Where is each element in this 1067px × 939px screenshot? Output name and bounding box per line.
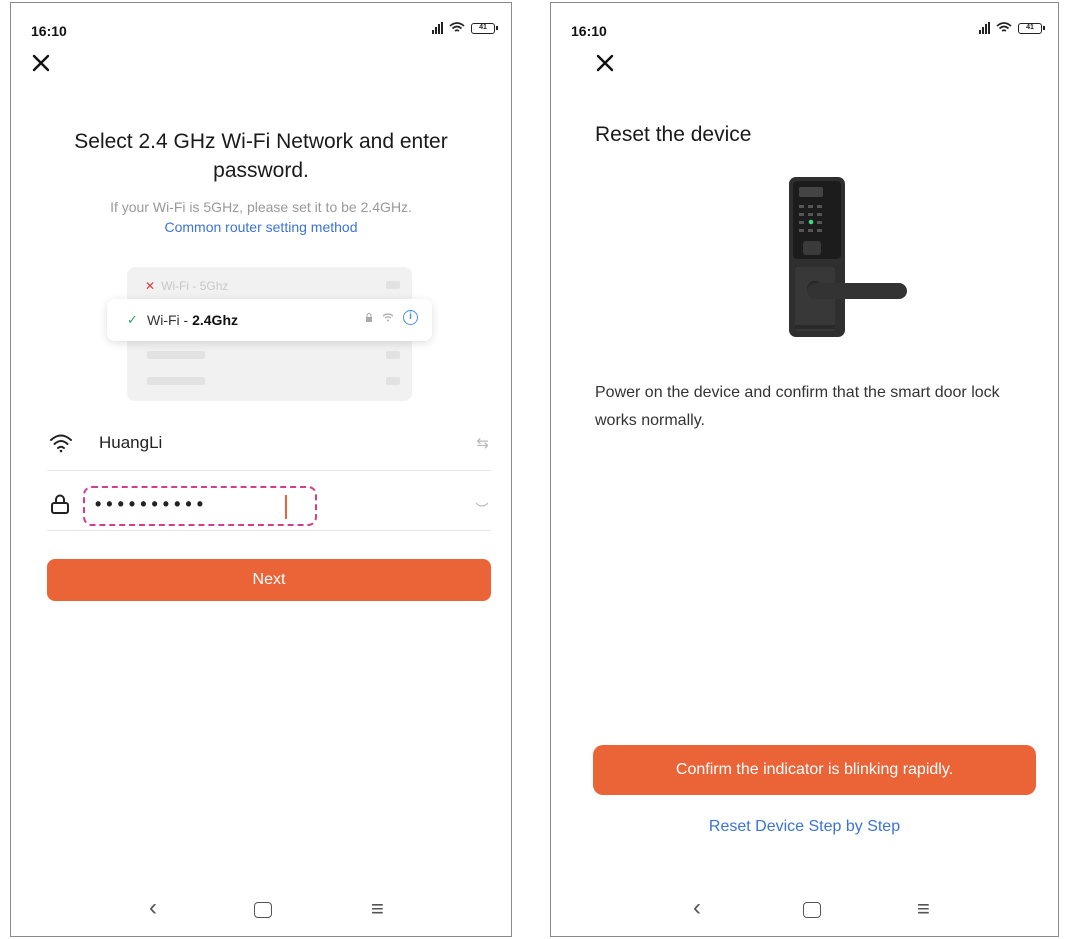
status-time: 16:10 (571, 23, 607, 39)
switch-network-icon[interactable]: ⇆ (476, 434, 489, 452)
info-icon: i (403, 310, 418, 325)
page-title: Reset the device (595, 123, 752, 146)
nav-home-icon[interactable] (803, 902, 821, 918)
smart-door-lock-image (789, 177, 907, 337)
ssid-field[interactable]: HuangLi ⇆ (47, 421, 491, 471)
password-input[interactable]: •••••••••• (95, 494, 208, 515)
status-bar: 16:10 41 (551, 3, 1058, 47)
signal-icon (432, 22, 443, 34)
nav-back-icon[interactable]: ‹ (149, 894, 157, 922)
router-setting-link[interactable]: Common router setting method (11, 219, 511, 235)
wifi-icon (50, 434, 72, 453)
ssid-value: HuangLi (99, 433, 163, 452)
wifi-status-icon (449, 22, 465, 32)
eye-closed-icon[interactable] (475, 500, 489, 512)
padlock-icon (366, 312, 372, 322)
page-title: Select 2.4 GHz Wi-Fi Network and enter p… (74, 130, 448, 182)
nav-menu-icon[interactable]: ≡ (917, 896, 930, 922)
reset-step-by-step-link[interactable]: Reset Device Step by Step (551, 818, 1058, 836)
text-caret (285, 495, 287, 519)
placeholder-bar (147, 377, 205, 385)
lock-icon (51, 494, 69, 514)
reset-device-screen: 16:10 41 Reset the device Power on the d… (550, 2, 1059, 937)
status-icons: 41 (979, 22, 1045, 34)
wifi-small-icon (382, 313, 394, 322)
illus-24g-row: ✓ Wi-Fi - 2.4Ghz i (107, 299, 432, 341)
confirm-blinking-button[interactable]: Confirm the indicator is blinking rapidl… (593, 745, 1036, 795)
check-icon: ✓ (127, 312, 138, 327)
nav-home-icon[interactable] (254, 902, 272, 918)
wifi-setup-screen: 16:10 41 Select 2.4 GHz Wi-Fi Network an… (10, 2, 512, 937)
close-icon[interactable] (595, 51, 621, 77)
nav-menu-icon[interactable]: ≡ (371, 896, 384, 922)
placeholder-bar (386, 351, 400, 359)
cross-icon: ✕ (145, 279, 156, 293)
password-field[interactable]: •••••••••• (47, 481, 491, 531)
frequency-hint: If your Wi-Fi is 5GHz, please set it to … (110, 199, 412, 215)
nav-back-icon[interactable]: ‹ (693, 894, 701, 922)
reset-description: Power on the device and confirm that the… (595, 384, 1000, 429)
status-time: 16:10 (31, 23, 67, 39)
status-icons: 41 (432, 22, 498, 34)
placeholder-bar (386, 281, 400, 289)
password-highlight: •••••••••• (83, 486, 317, 526)
signal-icon (979, 22, 990, 34)
battery-icon: 41 (1018, 22, 1045, 34)
battery-icon: 41 (471, 22, 498, 34)
illus-5g-row: ✕ Wi-Fi - 5Ghz (145, 279, 229, 293)
next-button[interactable]: Next (47, 559, 491, 601)
placeholder-bar (147, 351, 205, 359)
wifi-status-icon (996, 22, 1012, 32)
placeholder-bar (386, 377, 400, 385)
close-icon[interactable] (31, 51, 57, 77)
status-bar: 16:10 41 (11, 3, 511, 47)
system-nav-bar: ‹ ≡ (551, 890, 1058, 936)
system-nav-bar: ‹ ≡ (11, 890, 511, 936)
